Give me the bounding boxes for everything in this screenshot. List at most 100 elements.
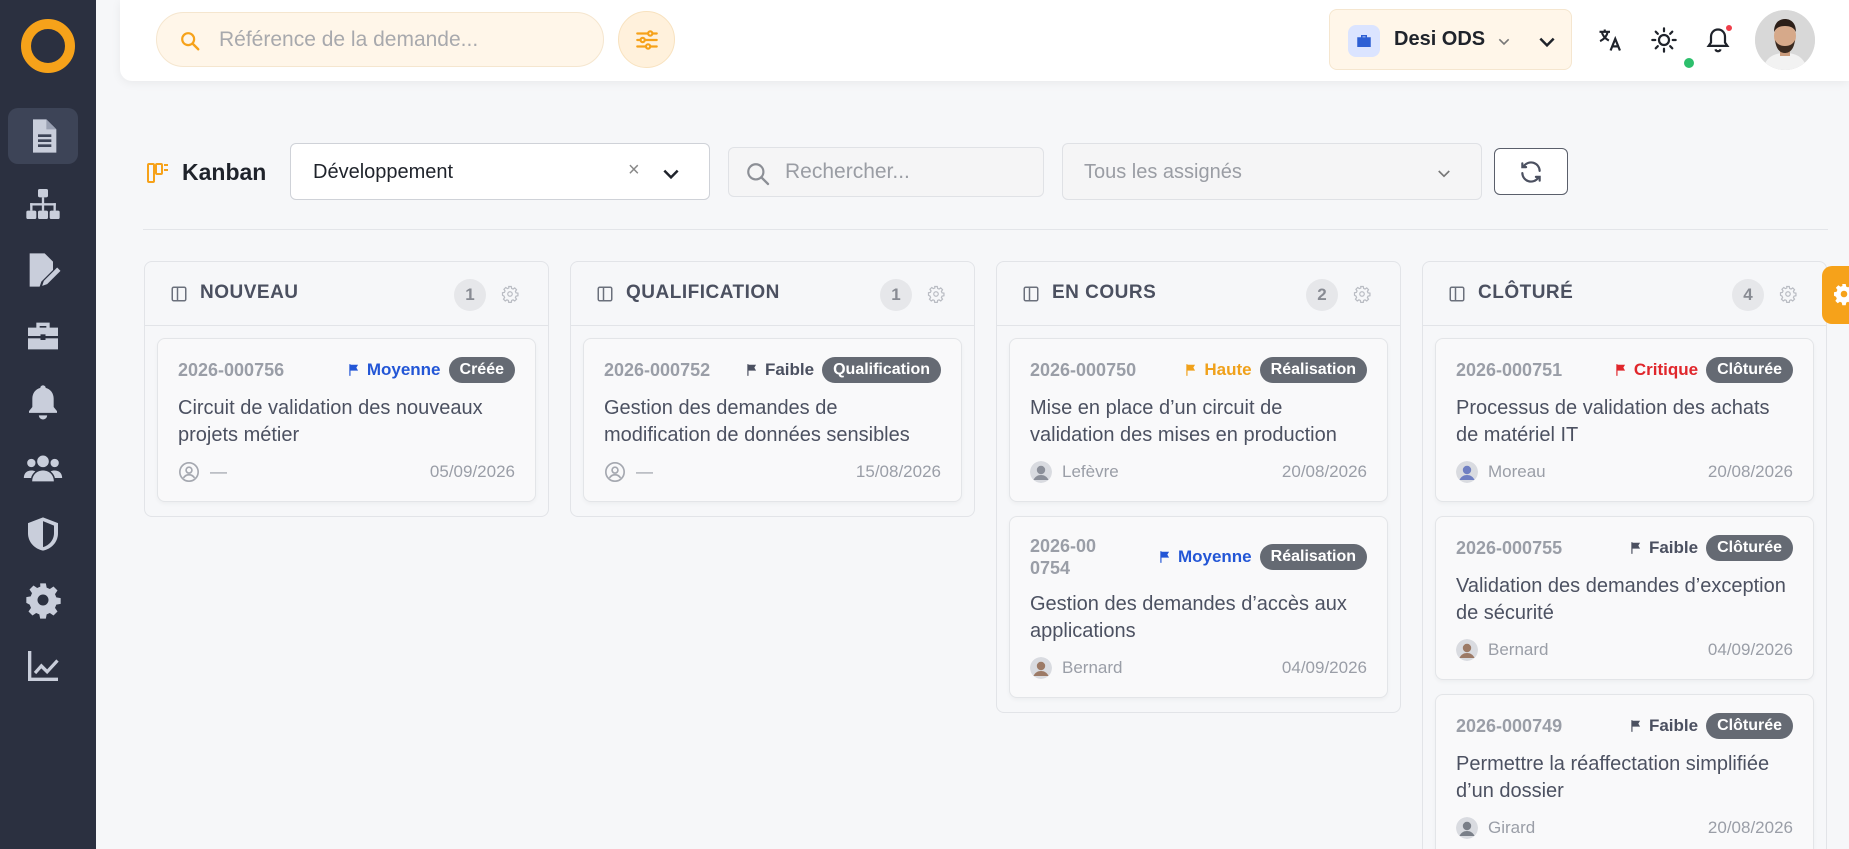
priority-text: Moyenne bbox=[1177, 547, 1252, 566]
assignee-name: Bernard bbox=[1062, 658, 1123, 677]
column-body: 2026-000750 Haute Réalisation Mise en place… bbox=[997, 326, 1400, 712]
online-status-dot bbox=[1682, 56, 1696, 70]
sidebar-item-statistics[interactable] bbox=[8, 638, 78, 694]
sidebar-item-forms[interactable] bbox=[8, 242, 78, 298]
priority-text: Faible bbox=[1648, 538, 1699, 557]
request-search-input[interactable] bbox=[219, 13, 579, 66]
notification-dot bbox=[1724, 23, 1734, 33]
status-badge: Clôturée bbox=[1706, 713, 1793, 739]
request-reference: 2026-000749 bbox=[1456, 715, 1563, 736]
project-select[interactable]: Développement × bbox=[290, 143, 710, 200]
due-date: 05/09/2026 bbox=[429, 462, 515, 481]
flag-icon bbox=[1631, 542, 1641, 554]
sidebar-item-organization[interactable] bbox=[8, 176, 78, 232]
assignee-avatar bbox=[1030, 461, 1052, 483]
assignee-avatar bbox=[1456, 639, 1478, 661]
kanban-column: CLÔTURÉ 4 2026-000751 Critique Clôturée Proce… bbox=[1422, 261, 1827, 849]
priority-label: Moyenne bbox=[347, 360, 441, 380]
assignee: — bbox=[604, 461, 653, 483]
users-icon bbox=[23, 455, 63, 482]
column-body: 2026-000751 Critique Clôturée Processus de … bbox=[1423, 326, 1826, 849]
board-search-input[interactable] bbox=[785, 148, 1035, 196]
column-count-badge: 1 bbox=[880, 279, 912, 311]
clear-selection-icon[interactable]: × bbox=[628, 159, 640, 182]
request-card[interactable]: 2026-000755 Faible Clôturée Validation des … bbox=[1435, 516, 1814, 680]
language-button[interactable] bbox=[1592, 22, 1628, 58]
priority-text: Faible bbox=[764, 360, 815, 379]
request-card[interactable]: 2026-000751 Critique Clôturée Processus de … bbox=[1435, 338, 1814, 502]
search-icon bbox=[181, 32, 200, 51]
flag-icon bbox=[1616, 364, 1625, 376]
status-badge: Clôturée bbox=[1706, 535, 1793, 561]
priority-label: Critique bbox=[1614, 360, 1698, 380]
page-title: Kanban bbox=[146, 159, 266, 186]
columns-icon bbox=[597, 286, 613, 302]
assignee-name: Moreau bbox=[1488, 462, 1546, 481]
sidebar-item-security[interactable] bbox=[8, 506, 78, 562]
briefcase-icon bbox=[28, 322, 58, 350]
briefcase-icon bbox=[1348, 25, 1380, 57]
request-title: Mise en place d’un circuit de validation… bbox=[1030, 397, 1337, 446]
column-count-badge: 2 bbox=[1306, 279, 1338, 311]
request-card[interactable]: 2026-000752 Faible Qualification Gestion de… bbox=[583, 338, 962, 502]
due-date: 04/09/2026 bbox=[1281, 658, 1367, 677]
status-badge: Qualification bbox=[822, 357, 941, 383]
notifications-button[interactable] bbox=[1700, 22, 1736, 58]
assignee: Girard bbox=[1456, 817, 1535, 839]
assignee: Moreau bbox=[1456, 461, 1546, 483]
refresh-button[interactable] bbox=[1494, 148, 1568, 195]
organization-select[interactable]: Desi ODS bbox=[1329, 9, 1572, 70]
request-card[interactable]: 2026-000750 Haute Réalisation Mise en place… bbox=[1009, 338, 1388, 502]
column-header: QUALIFICATION 1 bbox=[571, 262, 974, 326]
column-count-badge: 4 bbox=[1732, 279, 1764, 311]
sidebar-item-projects[interactable] bbox=[8, 308, 78, 364]
column-header: EN COURS 2 bbox=[997, 262, 1400, 326]
request-title: Gestion des demandes de modification de … bbox=[604, 397, 910, 446]
assignee-name: Lefèvre bbox=[1062, 462, 1119, 481]
filter-button[interactable] bbox=[618, 11, 675, 68]
assignee: Bernard bbox=[1456, 639, 1548, 661]
assignee: Bernard bbox=[1030, 657, 1122, 679]
assignee-name: — bbox=[636, 462, 653, 481]
gear-icon[interactable] bbox=[927, 285, 945, 303]
sidebar-item-requests[interactable] bbox=[8, 108, 78, 164]
translate-icon bbox=[1599, 29, 1621, 51]
priority-label: Moyenne bbox=[1158, 547, 1252, 567]
column-title: NOUVEAU bbox=[200, 282, 299, 303]
request-title: Circuit de validation des nouveaux proje… bbox=[178, 397, 483, 446]
gear-icon[interactable] bbox=[1353, 285, 1371, 303]
assignee: — bbox=[178, 461, 227, 483]
status-badge: Créée bbox=[448, 357, 515, 383]
column-title: EN COURS bbox=[1052, 282, 1157, 303]
request-reference: 2026-000751 bbox=[1456, 359, 1563, 380]
app-logo[interactable] bbox=[21, 19, 75, 73]
sidebar-item-settings[interactable] bbox=[8, 572, 78, 628]
sidebar-item-users[interactable] bbox=[8, 440, 78, 496]
request-title: Validation des demandes d’exception de s… bbox=[1456, 575, 1786, 624]
sidebar-item-notifications[interactable] bbox=[8, 374, 78, 430]
column-title: CLÔTURÉ bbox=[1478, 282, 1574, 303]
flag-icon bbox=[1186, 364, 1196, 376]
search-icon bbox=[747, 163, 770, 186]
top-bar: Desi ODS bbox=[120, 0, 1849, 81]
column-count-badge: 1 bbox=[454, 279, 486, 311]
assignee-avatar bbox=[1456, 461, 1478, 483]
request-title: Processus de validation des achats de ma… bbox=[1456, 397, 1770, 446]
board-search[interactable] bbox=[728, 147, 1044, 197]
user-avatar[interactable] bbox=[1755, 10, 1815, 70]
request-card[interactable]: 2026-000754 Moyenne Réalisation Gestion des… bbox=[1009, 516, 1388, 698]
priority-label: Haute bbox=[1184, 360, 1252, 380]
gear-icon[interactable] bbox=[501, 285, 519, 303]
due-date: 20/08/2026 bbox=[1281, 462, 1367, 481]
kanban-icon bbox=[147, 162, 168, 183]
flag-icon bbox=[747, 364, 757, 376]
bell-icon bbox=[29, 385, 58, 420]
chevron-down-icon bbox=[663, 169, 679, 180]
request-search[interactable] bbox=[156, 12, 604, 67]
request-card[interactable]: 2026-000756 Moyenne Créée Circuit de valida… bbox=[157, 338, 536, 502]
assignee-select[interactable]: Tous les assignés bbox=[1062, 143, 1482, 200]
request-card[interactable]: 2026-000749 Faible Clôturée Permettre la ré… bbox=[1435, 694, 1814, 849]
gear-icon[interactable] bbox=[1779, 285, 1797, 303]
theme-toggle[interactable] bbox=[1646, 22, 1682, 58]
customizer-tab[interactable] bbox=[1822, 266, 1849, 324]
